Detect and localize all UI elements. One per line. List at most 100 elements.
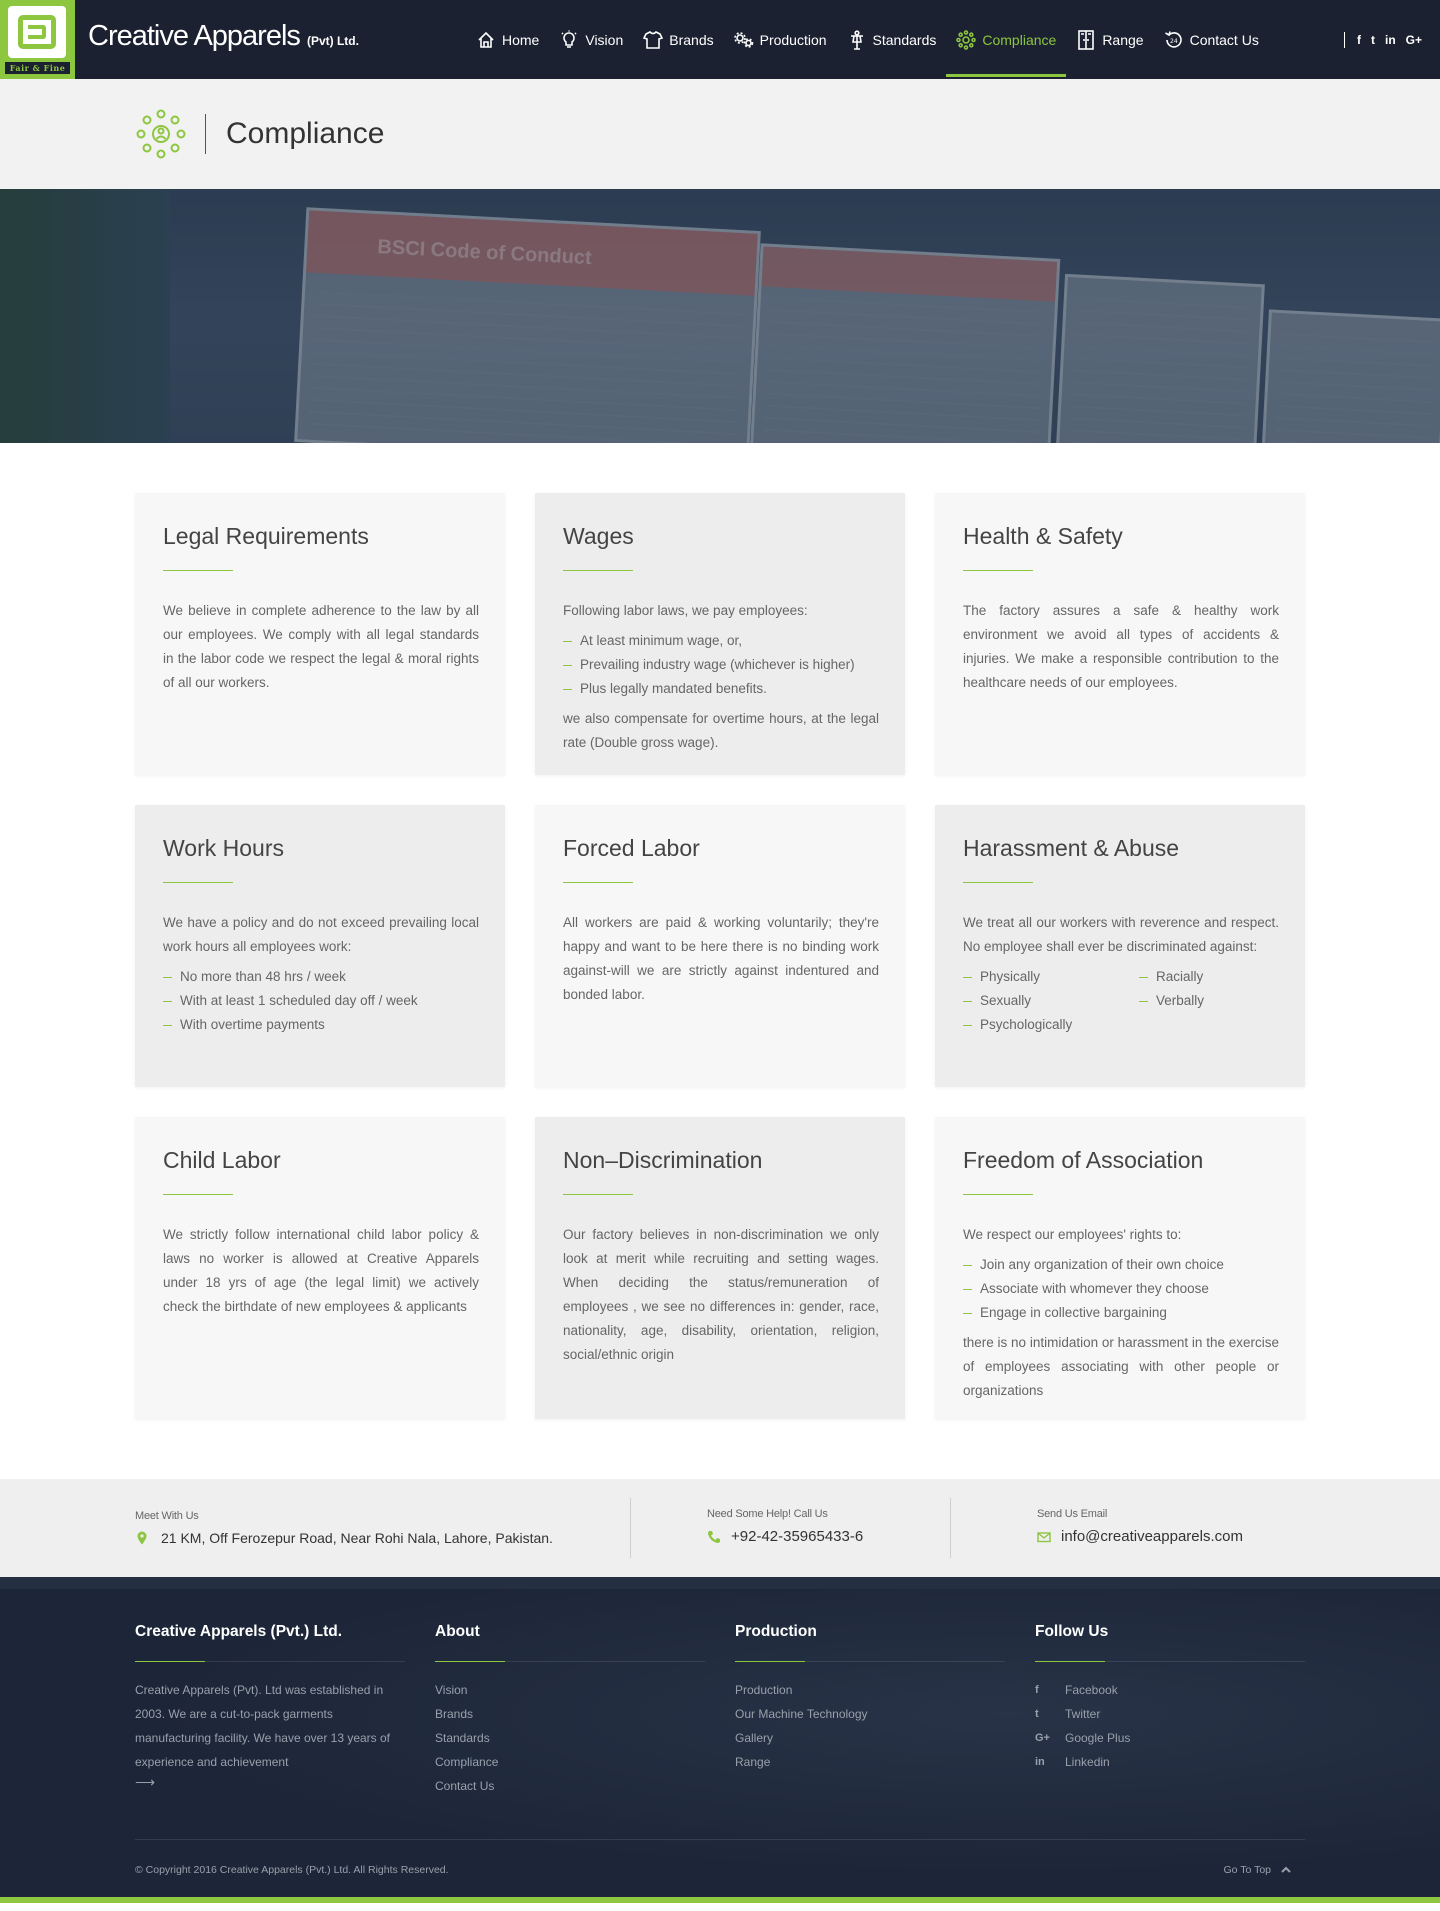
- footer-link[interactable]: Compliance: [435, 1750, 735, 1774]
- card-outro: we also compensate for overtime hours, a…: [563, 711, 879, 750]
- support-24-icon: 24: [1164, 30, 1182, 48]
- brand-name[interactable]: Creative Apparels (Pvt) Ltd.: [88, 20, 359, 53]
- phone-icon: [708, 1530, 720, 1543]
- page-title: Compliance: [226, 117, 385, 150]
- card-list: Join any organization of their own choic…: [963, 1253, 1279, 1325]
- footer-link[interactable]: Production: [735, 1678, 1035, 1702]
- footer-link[interactable]: Standards: [435, 1726, 735, 1750]
- footer-heading: Creative Apparels (Pvt.) Ltd.: [135, 1623, 405, 1662]
- footer-link-google-plus[interactable]: G+ Google Plus: [1035, 1726, 1305, 1750]
- twitter-icon: t: [1035, 1708, 1039, 1720]
- home-icon: [478, 31, 494, 48]
- footer-link[interactable]: Range: [735, 1750, 1035, 1774]
- footer-production-links: Production Our Machine Technology Galler…: [735, 1678, 1035, 1774]
- chevron-up-icon: [1281, 1866, 1291, 1873]
- card-forced-labor: Forced Labor All workers are paid & work…: [535, 805, 905, 1087]
- linkedin-icon[interactable]: in: [1385, 33, 1396, 47]
- list-item: Verbally: [1139, 989, 1279, 1013]
- card-underline: [163, 570, 233, 571]
- nav-production[interactable]: Production: [724, 0, 837, 79]
- nav-compliance[interactable]: Compliance: [946, 0, 1067, 79]
- twitter-icon[interactable]: t: [1371, 33, 1375, 47]
- logo-mark: [8, 6, 66, 58]
- card-title: Child Labor: [163, 1147, 281, 1173]
- card-underline: [563, 882, 633, 883]
- site-header: Fair & Fine Creative Apparels (Pvt) Ltd.…: [0, 0, 1440, 79]
- list-item: At least minimum wage, or,: [563, 629, 879, 653]
- contact-phone: Need Some Help! Call Us +92-42-35965433-…: [630, 1498, 950, 1558]
- card-body: We believe in complete adherence to the …: [163, 603, 479, 690]
- facebook-icon[interactable]: f: [1357, 33, 1361, 47]
- list-item: With overtime payments: [163, 1013, 479, 1037]
- shirt-icon: [643, 30, 664, 49]
- card-body: Our factory believes in non-discriminati…: [563, 1227, 879, 1362]
- list-item: Join any organization of their own choic…: [963, 1253, 1279, 1277]
- footer-link-linkedin[interactable]: in Linkedin: [1035, 1750, 1305, 1774]
- card-title: Work Hours: [163, 835, 284, 861]
- card-legal-requirements: Legal Requirements We believe in complet…: [135, 493, 505, 775]
- list-item: With at least 1 scheduled day off / week: [163, 989, 479, 1013]
- card-title: Freedom of Association: [963, 1147, 1204, 1173]
- card-underline: [963, 882, 1033, 883]
- card-list: Physically Racially Sexually Verbally Ps…: [963, 965, 1279, 1037]
- card-list: No more than 48 hrs / week With at least…: [163, 965, 479, 1037]
- nav-vision[interactable]: Vision: [549, 0, 633, 79]
- card-title: Non–Discrimination: [563, 1147, 763, 1173]
- card-body: All workers are paid & working voluntari…: [563, 915, 879, 1002]
- nav-range[interactable]: Range: [1066, 0, 1153, 79]
- footer-bottom: © Copyright 2016 Creative Apparels (Pvt.…: [135, 1839, 1305, 1876]
- footer-link[interactable]: Contact Us: [435, 1774, 735, 1798]
- list-item: Associate with whomever they choose: [963, 1277, 1279, 1301]
- footer-heading: Follow Us: [1035, 1623, 1305, 1662]
- list-item: Plus legally mandated benefits.: [563, 677, 879, 701]
- card-title: Harassment & Abuse: [963, 835, 1180, 861]
- compliance-cards: Legal Requirements We believe in complet…: [0, 443, 1440, 1479]
- wardrobe-icon: [1078, 29, 1095, 50]
- card-underline: [963, 1194, 1033, 1195]
- linkedin-icon: in: [1035, 1756, 1045, 1768]
- card-work-hours: Work Hours We have a policy and do not e…: [135, 805, 505, 1087]
- card-list: At least minimum wage, or, Prevailing in…: [563, 629, 879, 701]
- footer-link-facebook[interactable]: f Facebook: [1035, 1678, 1305, 1702]
- email-value[interactable]: info@creativeapparels.com: [1061, 1528, 1243, 1545]
- card-body: We strictly follow international child l…: [163, 1227, 479, 1314]
- footer-link[interactable]: Brands: [435, 1702, 735, 1726]
- contact-email: Send Us Email info@creativeapparels.com: [950, 1498, 1305, 1558]
- card-intro: We treat all our workers with reverence …: [963, 915, 1279, 954]
- footer-link[interactable]: Vision: [435, 1678, 735, 1702]
- go-to-top-button[interactable]: Go To Top: [1224, 1864, 1291, 1876]
- footer-link-twitter[interactable]: t Twitter: [1035, 1702, 1305, 1726]
- nav-home[interactable]: Home: [466, 0, 549, 79]
- mannequin-icon: [850, 29, 863, 50]
- address-value: 21 KM, Off Ferozepur Road, Near Rohi Nal…: [161, 1530, 553, 1546]
- envelope-icon: [1037, 1531, 1051, 1542]
- card-freedom-of-association: Freedom of Association We respect our em…: [935, 1117, 1305, 1419]
- logo[interactable]: Fair & Fine: [0, 0, 75, 79]
- svg-text:24: 24: [1170, 38, 1178, 45]
- list-item: Sexually: [963, 989, 1139, 1013]
- footer-link[interactable]: Our Machine Technology: [735, 1702, 1035, 1726]
- logo-tagline: Fair & Fine: [5, 62, 70, 74]
- nav-contact[interactable]: 24 Contact Us: [1154, 0, 1269, 79]
- card-intro: We respect our employees' rights to:: [963, 1227, 1182, 1242]
- main-nav: Home Vision Brands Production Standards …: [466, 0, 1269, 79]
- list-item: Physically: [963, 965, 1139, 989]
- title-separator: [205, 114, 206, 154]
- hero-banner: BSCI Code of Conduct: [0, 189, 1440, 443]
- compliance-icon: [956, 29, 977, 50]
- card-non-discrimination: Non–Discrimination Our factory believes …: [535, 1117, 905, 1419]
- card-body: The factory assures a safe & healthy wor…: [963, 603, 1279, 690]
- phone-value[interactable]: +92-42-35965433-6: [731, 1528, 863, 1545]
- card-title: Legal Requirements: [163, 523, 369, 549]
- footer-heading: About: [435, 1623, 705, 1662]
- arrow-right-icon[interactable]: ⟶: [135, 1774, 435, 1791]
- gears-icon: [733, 31, 753, 48]
- nav-brands[interactable]: Brands: [633, 0, 723, 79]
- list-item: Psychologically: [963, 1013, 1139, 1037]
- list-item: No more than 48 hrs / week: [163, 965, 479, 989]
- address-label: Meet With Us: [135, 1510, 199, 1522]
- footer-link[interactable]: Gallery: [735, 1726, 1035, 1750]
- nav-standards[interactable]: Standards: [837, 0, 947, 79]
- google-plus-icon[interactable]: G+: [1406, 33, 1422, 47]
- header-social: f t in G+: [1343, 32, 1422, 48]
